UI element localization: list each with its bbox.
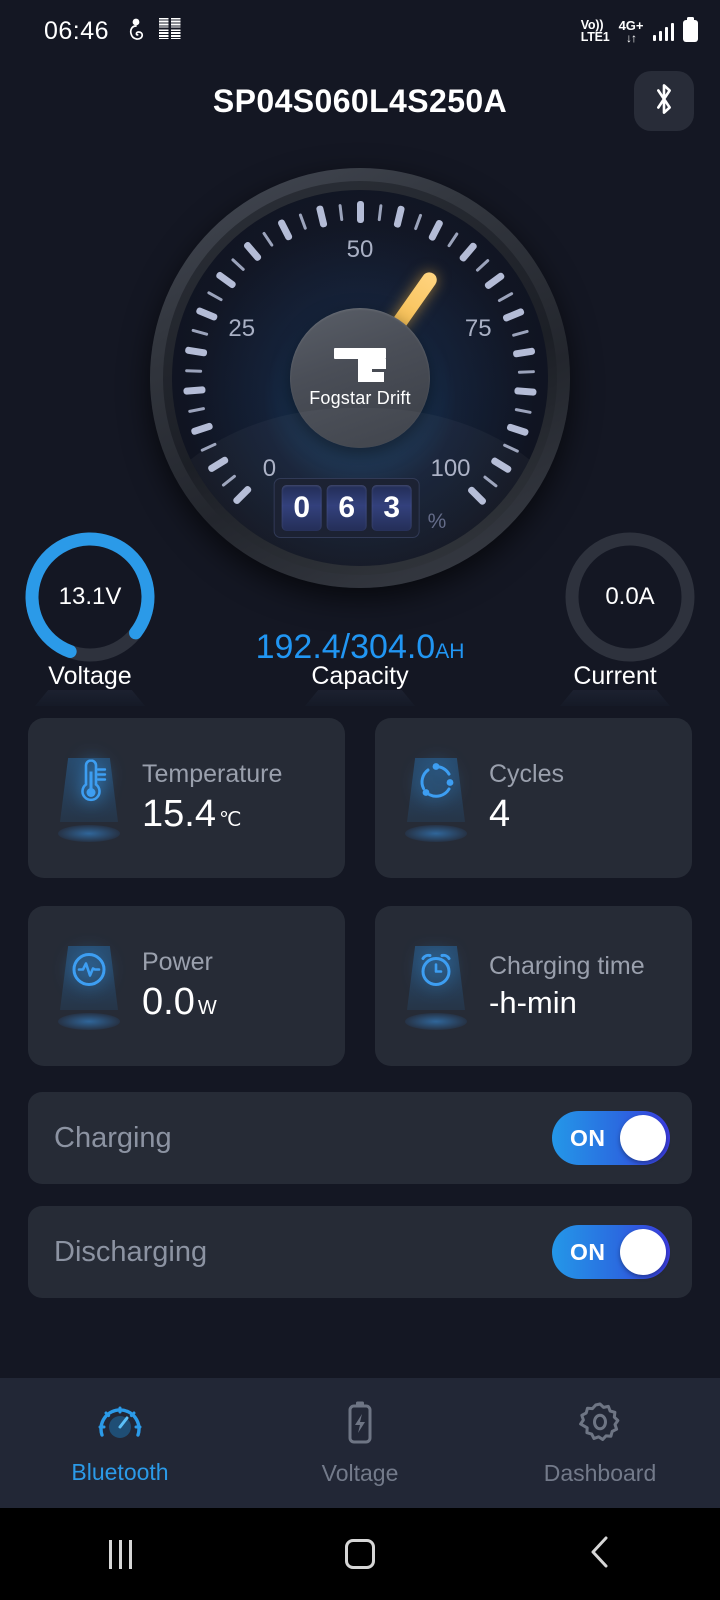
- metrics-cards: Temperature 15.4 ℃ Cycles 4 Power 0.0 W …: [0, 718, 720, 1094]
- voltage-label: Voltage: [48, 662, 132, 690]
- cycles-icon: [393, 752, 479, 844]
- notification-icon-1: [126, 17, 147, 45]
- discharging-toggle-state: ON: [570, 1238, 606, 1265]
- status-bar-right-icons: Vo)) LTE1 4G+ ↓↑: [580, 16, 698, 44]
- nav-item-voltage[interactable]: Voltage: [240, 1378, 480, 1508]
- recents-button[interactable]: [0, 1539, 240, 1569]
- power-card[interactable]: Power 0.0 W: [28, 906, 345, 1066]
- gauge-tick-label: 50: [346, 236, 374, 263]
- capacity-unit: AH: [435, 640, 465, 663]
- cycles-card[interactable]: Cycles 4: [375, 718, 692, 878]
- power-pulse-icon: [46, 940, 132, 1032]
- gauge-tick-label: 100: [430, 454, 471, 482]
- capacity-label: Capacity: [311, 662, 409, 690]
- nav-label-bluetooth: Bluetooth: [71, 1458, 169, 1485]
- fogstar-logo-icon: [332, 347, 388, 382]
- power-title: Power: [142, 948, 213, 976]
- gauge-face: 0 25 50 75 100 Fogstar Drift 063 %: [172, 190, 548, 566]
- charging-time-value: -h-min: [489, 984, 577, 1020]
- status-bar: 06:46 Vo)) LTE1 4G+ ↓↑: [0, 0, 720, 62]
- power-number: 0.0: [142, 981, 195, 1023]
- battery-full-icon: [683, 16, 698, 42]
- current-label: Current: [573, 662, 657, 690]
- back-icon: [587, 1535, 613, 1574]
- cycles-number: 4: [489, 793, 511, 835]
- title-bar: SP04S060L4S250A: [0, 62, 720, 140]
- temperature-value: 15.4 ℃: [142, 793, 282, 836]
- data-transfer-icon: ↓↑: [626, 30, 637, 45]
- page-title: SP04S060L4S250A: [212, 82, 508, 119]
- temperature-text: Temperature 15.4 ℃: [142, 760, 282, 836]
- charging-toggle-knob: [620, 1115, 666, 1161]
- speedometer-icon: [94, 1401, 146, 1450]
- volte-line-2: LTE1: [580, 30, 610, 44]
- gauge-tick-label: 0: [262, 454, 277, 482]
- home-icon: [345, 1539, 375, 1569]
- signal-bars-icon: [652, 22, 674, 41]
- gauge-tick-label: 25: [228, 315, 256, 343]
- capacity-pedestal: [305, 690, 415, 706]
- notification-icon-2: [158, 17, 182, 45]
- volte-indicator: Vo)) LTE1: [580, 18, 610, 44]
- back-button[interactable]: [480, 1535, 720, 1574]
- thermometer-icon: [46, 752, 132, 844]
- bottom-nav: Bluetooth Voltage Dashboard: [0, 1378, 720, 1508]
- capacity-number: 192.4/304.0: [255, 628, 436, 666]
- power-text: Power 0.0 W: [142, 948, 217, 1024]
- charging-toggle-row[interactable]: Charging ON: [28, 1092, 692, 1184]
- app-root: 06:46 Vo)) LTE1 4G+ ↓↑ SP04S060L4S250A 0…: [0, 0, 720, 1600]
- temperature-title: Temperature: [142, 760, 283, 788]
- bluetooth-button[interactable]: [634, 71, 694, 131]
- meters-row: 13.1V 0.0A 192.4/304.0AH Voltage Capacit…: [0, 520, 720, 706]
- metrics-card-row-1: Temperature 15.4 ℃ Cycles 4: [0, 718, 720, 878]
- bluetooth-icon: [650, 82, 678, 121]
- charging-toggle-label: Charging: [54, 1121, 172, 1154]
- discharging-toggle-switch[interactable]: ON: [552, 1225, 670, 1279]
- nav-label-voltage: Voltage: [321, 1459, 399, 1486]
- voltage-pedestal: [35, 690, 145, 706]
- charging-toggle-state: ON: [570, 1124, 606, 1151]
- network-type-label: 4G+: [618, 17, 644, 33]
- alarm-clock-icon: [393, 940, 479, 1032]
- gauge-tick-label: 75: [464, 315, 492, 343]
- gear-icon: [577, 1400, 623, 1451]
- power-unit: W: [197, 997, 217, 1019]
- status-bar-clock: 06:46: [44, 16, 110, 45]
- temperature-unit: ℃: [218, 809, 242, 831]
- cycles-text: Cycles 4: [489, 760, 564, 836]
- charging-time-title: Charging time: [489, 951, 645, 980]
- gauge-hub: Fogstar Drift: [290, 308, 430, 448]
- status-bar-notification-icons: [126, 17, 182, 45]
- metrics-card-row-2: Power 0.0 W Charging time -h-min: [0, 906, 720, 1066]
- temperature-number: 15.4: [142, 793, 216, 835]
- discharging-toggle-knob: [620, 1229, 666, 1275]
- cycles-value: 4: [489, 793, 564, 836]
- network-indicator: 4G+ ↓↑: [619, 19, 644, 44]
- charging-time-text: Charging time -h-min: [489, 952, 645, 1021]
- discharging-toggle-row[interactable]: Discharging ON: [28, 1206, 692, 1298]
- cycles-title: Cycles: [489, 760, 565, 788]
- home-button[interactable]: [240, 1539, 480, 1569]
- current-pedestal: [560, 690, 670, 706]
- temperature-card[interactable]: Temperature 15.4 ℃: [28, 718, 345, 878]
- android-nav-bar: [0, 1508, 720, 1600]
- battery-bolt-icon: [343, 1400, 377, 1451]
- toggle-rows: Charging ON Discharging ON: [0, 1092, 720, 1320]
- charging-time-card[interactable]: Charging time -h-min: [375, 906, 692, 1066]
- brand-name: Fogstar Drift: [309, 387, 411, 408]
- nav-item-dashboard[interactable]: Dashboard: [480, 1378, 720, 1508]
- nav-label-dashboard: Dashboard: [543, 1459, 657, 1486]
- power-value: 0.0 W: [142, 981, 217, 1024]
- recents-icon: [108, 1539, 132, 1569]
- charging-toggle-switch[interactable]: ON: [552, 1111, 670, 1165]
- discharging-toggle-label: Discharging: [54, 1235, 208, 1268]
- nav-item-bluetooth[interactable]: Bluetooth: [0, 1378, 240, 1508]
